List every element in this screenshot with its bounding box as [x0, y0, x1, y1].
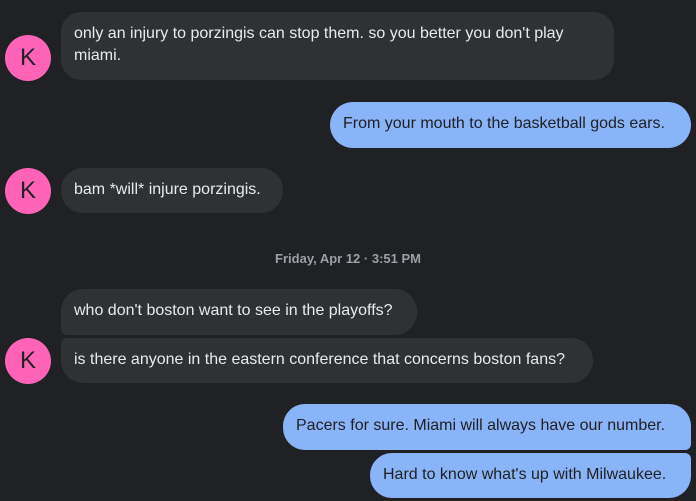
message-text: is there anyone in the eastern conferenc… [74, 351, 565, 368]
message-text-line: only an injury to porzingis can stop the… [74, 25, 564, 42]
outgoing-message-bubble[interactable]: Hard to know what's up with Milwaukee. [370, 453, 691, 498]
contact-avatar[interactable]: K [5, 168, 51, 214]
message-text: Hard to know what's up with Milwaukee. [383, 466, 667, 483]
conversation-thread: K only an injury to porzingis can stop t… [0, 0, 696, 501]
outgoing-message-bubble[interactable]: Pacers for sure. Miami will always have … [283, 404, 691, 450]
incoming-message-bubble[interactable]: who don't boston want to see in the play… [61, 289, 417, 335]
contact-avatar[interactable]: K [5, 35, 51, 81]
message-text: bam *will* injure porzingis. [74, 181, 261, 198]
incoming-message-bubble[interactable]: only an injury to porzingis can stop the… [61, 12, 614, 80]
message-text: who don't boston want to see in the play… [74, 302, 393, 319]
message-text-line: miami. [74, 47, 122, 64]
incoming-message-bubble[interactable]: is there anyone in the eastern conferenc… [61, 338, 593, 383]
contact-avatar[interactable]: K [5, 338, 51, 384]
timestamp-divider: Friday, Apr 12 · 3:51 PM [275, 251, 421, 266]
message-text: Pacers for sure. Miami will always have … [296, 417, 666, 434]
outgoing-message-bubble[interactable]: From your mouth to the basketball gods e… [330, 102, 691, 148]
incoming-message-bubble[interactable]: bam *will* injure porzingis. [61, 168, 283, 213]
message-text: From your mouth to the basketball gods e… [343, 115, 665, 132]
